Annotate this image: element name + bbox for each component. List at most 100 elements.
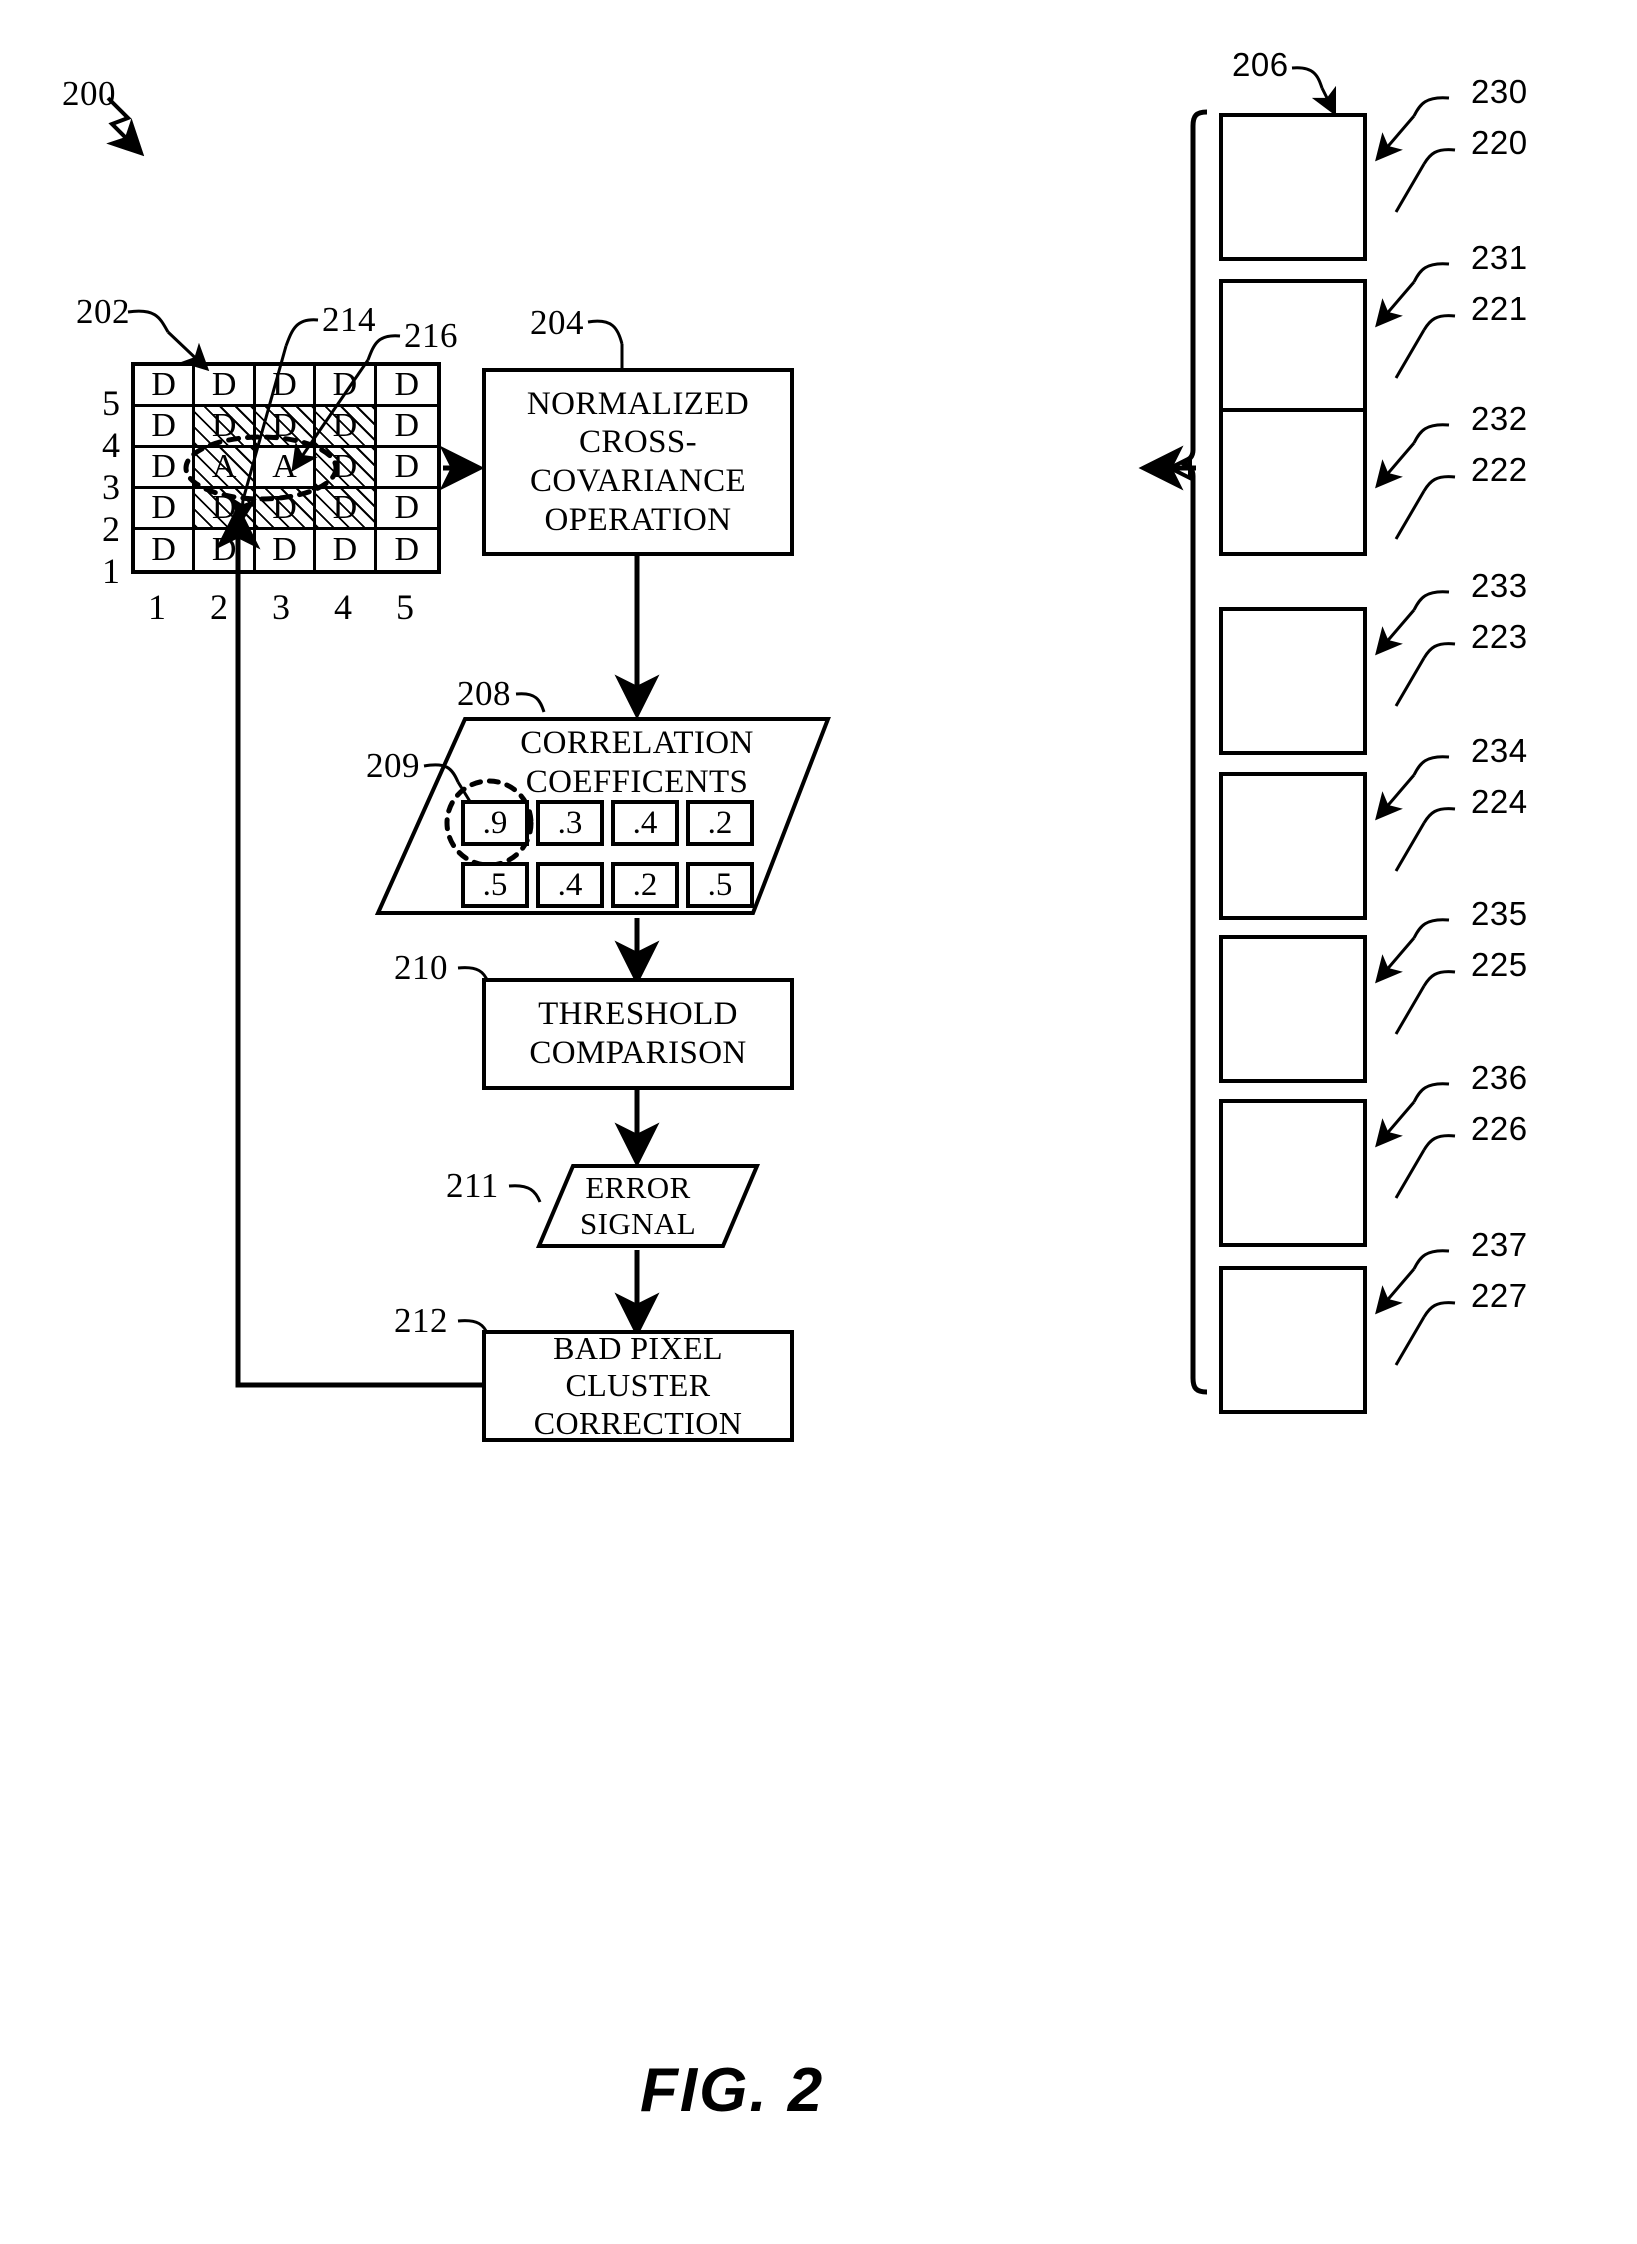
ref-225: 225 [1471, 946, 1528, 983]
ref-223: 223 [1471, 618, 1528, 655]
ref-226: 226 [1471, 1110, 1528, 1147]
ref-202: 202 [76, 292, 130, 331]
coefficient-chip-r1c2[interactable]: .3 [536, 800, 604, 846]
lead-line-233 [1375, 590, 1450, 656]
template-library-bus [1178, 109, 1208, 1395]
pixel-cell-r5-c5: D [376, 366, 437, 407]
defect-template-panel-225[interactable] [1219, 935, 1367, 1083]
coefficient-chip-r1c4[interactable]: .2 [686, 800, 754, 846]
pixel-cell-value: D [332, 531, 358, 568]
block-label-ncc: NORMALIZED CROSS- COVARIANCE OPERATION [526, 385, 750, 538]
lead-line-225 [1394, 970, 1456, 1035]
ref-212: 212 [394, 1301, 448, 1340]
pixel-cell-value: D [394, 366, 420, 403]
defect-template-panel-221[interactable] [1219, 279, 1367, 427]
pixel-cell-r5-c3: D [255, 366, 317, 407]
pixel-cell-r3-c5: D [376, 448, 437, 489]
lead-line-231 [1375, 262, 1450, 328]
ref-227: 227 [1471, 1277, 1528, 1314]
block-label-threshold-comparison: THRESHOLD COMPARISON [529, 996, 747, 1071]
pixel-cell-r3-c4: D [316, 448, 377, 489]
pixel-cell-value: D [272, 407, 297, 444]
coefficient-chip-r2c2[interactable]: .4 [536, 862, 604, 908]
pixel-array-grid: DDDDDDDDDDDAADDDDDDDDDDDD [131, 362, 441, 574]
pixel-cell-r5-c2: D [195, 366, 256, 407]
grid-row-label-4: 4 [102, 425, 120, 465]
pixel-cell-value: D [394, 407, 420, 444]
pixel-cell-r4-c2: D [195, 407, 256, 448]
lead-line-226 [1394, 1134, 1456, 1199]
grid-col-label-2: 2 [210, 587, 228, 627]
ref-216: 216 [404, 316, 458, 355]
pixel-cell-value: D [151, 448, 176, 485]
ref-214: 214 [322, 300, 376, 339]
pixel-cell-value: D [332, 489, 358, 526]
block-label-error-signal: ERROR SIGNAL [579, 1169, 697, 1241]
defect-template-panel-226[interactable] [1219, 1099, 1367, 1247]
pixel-cell-r5-c4: D [316, 366, 377, 407]
pixel-cell-r1-c2: D [195, 530, 256, 570]
pixel-cell-value: D [211, 407, 237, 444]
pixel-cell-value: D [272, 366, 297, 403]
lead-line-220 [1394, 148, 1456, 213]
ref-210: 210 [394, 948, 448, 987]
ref-221: 221 [1471, 290, 1528, 327]
pixel-cell-r5-c1: D [135, 366, 196, 407]
grid-row-label-1: 1 [102, 551, 120, 591]
pixel-cell-r4-c1: D [135, 407, 196, 448]
ref-224: 224 [1471, 783, 1528, 820]
patent-figure-2: 200 202 214 216 204 208 209 210 211 212 … [0, 0, 1637, 2244]
coefficient-chip-r2c3[interactable]: .2 [611, 862, 679, 908]
grid-col-label-3: 3 [272, 587, 290, 627]
ref-237: 237 [1471, 1226, 1528, 1263]
lead-line-206 [1291, 66, 1337, 117]
grid-row-label-5: 5 [102, 383, 120, 423]
lead-line-237 [1375, 1249, 1450, 1315]
ref-208: 208 [457, 674, 511, 713]
figure-caption: FIG. 2 [640, 2056, 825, 2125]
lead-line-236 [1375, 1082, 1450, 1148]
pixel-cell-value: D [272, 531, 297, 568]
defect-template-panel-223[interactable] [1219, 607, 1367, 755]
pixel-cell-value: D [211, 366, 237, 403]
pixel-cell-r2-c4: D [316, 489, 377, 530]
pixel-cell-r2-c1: D [135, 489, 196, 530]
coefficient-chip-r2c1[interactable]: .5 [461, 862, 529, 908]
pixel-cell-value: A [272, 448, 297, 485]
lead-line-234 [1375, 755, 1450, 821]
lead-line-230 [1375, 96, 1450, 162]
pixel-cell-value: A [211, 448, 237, 485]
pixel-cell-value: D [151, 531, 176, 568]
lead-line-222 [1394, 475, 1456, 540]
lead-line-202 [127, 309, 210, 372]
lead-line-232 [1375, 423, 1450, 489]
coefficient-chip-r2c4[interactable]: .5 [686, 862, 754, 908]
pixel-cell-value: D [394, 531, 420, 568]
ref-232: 232 [1471, 400, 1528, 437]
defect-template-panel-222[interactable] [1219, 408, 1367, 556]
pixel-cell-r3-c2: A [195, 448, 256, 489]
lead-line-223 [1394, 642, 1456, 707]
pixel-cell-r4-c5: D [376, 407, 437, 448]
ref-231: 231 [1471, 239, 1528, 276]
defect-template-panel-227[interactable] [1219, 1266, 1367, 1414]
grid-row-label-3: 3 [102, 467, 120, 507]
pixel-cell-value: D [151, 407, 176, 444]
coefficient-chip-r1c3[interactable]: .4 [611, 800, 679, 846]
lead-line-227 [1394, 1301, 1456, 1366]
ref-235: 235 [1471, 895, 1528, 932]
lead-line-204 [587, 319, 624, 368]
coefficient-chip-r1c1[interactable]: .9 [461, 800, 529, 846]
ref-206: 206 [1232, 46, 1289, 83]
lead-line-211 [508, 1184, 542, 1203]
pixel-cell-r3-c3: A [255, 448, 317, 489]
defect-template-panel-220[interactable] [1219, 113, 1367, 261]
pixel-cell-value: D [332, 448, 358, 485]
lead-line-221 [1394, 314, 1456, 379]
defect-template-panel-224[interactable] [1219, 772, 1367, 920]
ref-204: 204 [530, 303, 584, 342]
figure-line-art [106, 66, 1456, 1401]
pixel-cell-r2-c5: D [376, 489, 437, 530]
pixel-cell-value: D [211, 489, 237, 526]
ref-236: 236 [1471, 1059, 1528, 1096]
